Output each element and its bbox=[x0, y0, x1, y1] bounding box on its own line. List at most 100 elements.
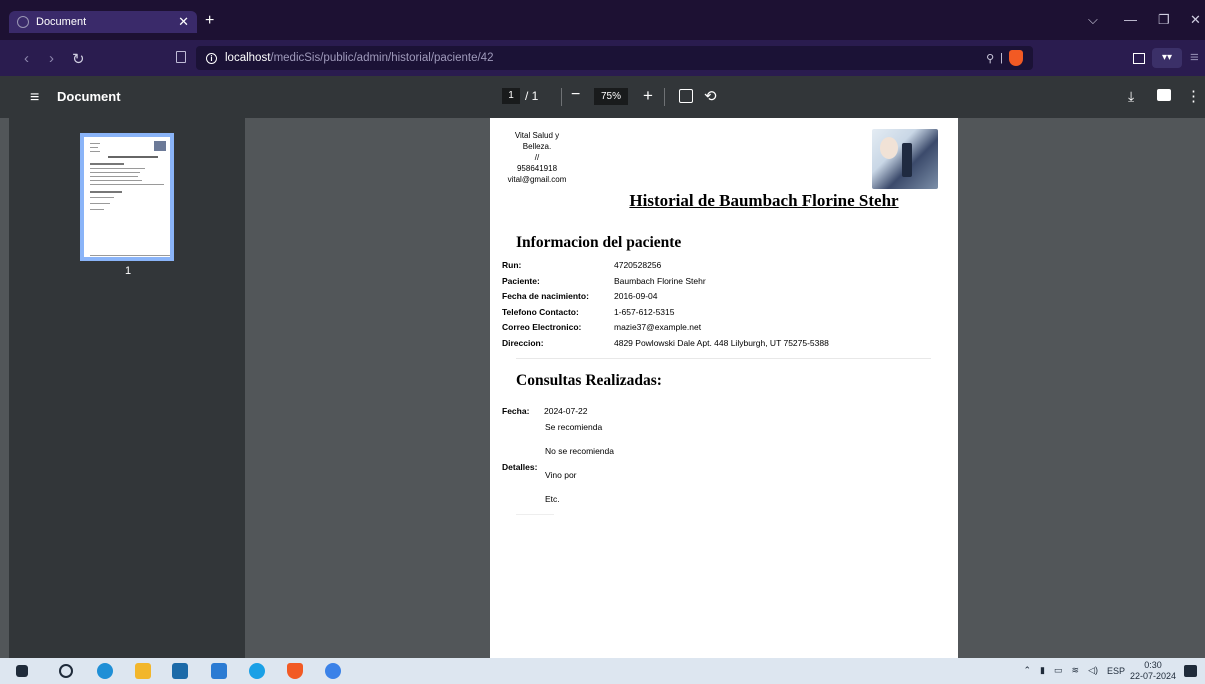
site-info-icon[interactable]: i bbox=[206, 52, 217, 64]
search-icon[interactable] bbox=[59, 664, 73, 678]
page-number-input[interactable]: 1 bbox=[502, 88, 520, 104]
page-thumbnail[interactable] bbox=[80, 133, 174, 261]
app-icon[interactable] bbox=[249, 663, 265, 679]
zoom-in-button[interactable]: + bbox=[643, 86, 653, 106]
divider bbox=[664, 88, 665, 106]
close-window-button[interactable]: ✕ bbox=[1190, 12, 1201, 28]
zoom-search-icon[interactable]: ⚲ bbox=[986, 52, 994, 65]
clinic-separator: // bbox=[534, 153, 540, 162]
thumbnail-panel: 1 bbox=[9, 118, 245, 658]
tab-search-icon[interactable]: ⌵ bbox=[1088, 12, 1098, 28]
field-label: Fecha de nacimiento: bbox=[502, 291, 589, 301]
vscode-icon[interactable] bbox=[211, 663, 227, 679]
windows-start-icon[interactable] bbox=[16, 665, 28, 677]
browser-tab[interactable]: Document ✕ bbox=[9, 11, 197, 33]
field-value: 4829 Powlowski Dale Apt. 448 Lilyburgh, … bbox=[614, 338, 829, 348]
pdf-toolbar: ≡ Document 1 / 1 − 75% + ⟲ ⤓ ⋮ bbox=[0, 76, 1205, 118]
pdf-title: Document bbox=[57, 89, 121, 104]
clock[interactable]: 0:30 22-07-2024 bbox=[1130, 660, 1176, 682]
system-tray: ⌃ ▮ ▭ ≋ ◁) ESP bbox=[1024, 665, 1126, 676]
document-title: Historial de Baumbach Florine Stehr bbox=[629, 191, 899, 210]
download-icon[interactable]: ⤓ bbox=[1128, 88, 1134, 105]
clinic-header: Vital Salud y Belleza. // 958641918 vita… bbox=[498, 130, 576, 185]
forward-button[interactable]: › bbox=[49, 50, 54, 67]
clock-date: 22-07-2024 bbox=[1130, 671, 1177, 681]
back-button[interactable]: ‹ bbox=[24, 50, 29, 67]
mail-icon[interactable] bbox=[172, 663, 188, 679]
page-total: / 1 bbox=[525, 89, 539, 103]
field-label: Correo Electronico: bbox=[502, 322, 582, 332]
url-field[interactable]: i localhost/medicSis/public/admin/histor… bbox=[196, 46, 1033, 70]
edge-icon[interactable] bbox=[97, 663, 113, 679]
wifi-icon[interactable]: ≋ bbox=[1072, 665, 1080, 676]
recommendation-line: Se recomienda bbox=[545, 422, 603, 432]
minimize-button[interactable]: — bbox=[1124, 12, 1137, 27]
field-value: mazie37@example.net bbox=[614, 322, 702, 332]
hamburger-menu-icon[interactable]: ≡ bbox=[30, 89, 39, 107]
field-paciente: Paciente: Baumbach Florine Stehr bbox=[502, 276, 942, 288]
brave-shield-icon[interactable] bbox=[1009, 50, 1023, 66]
rotate-icon[interactable]: ⟲ bbox=[704, 87, 717, 105]
taskbar: ⌃ ▮ ▭ ≋ ◁) ESP 0:30 22-07-2024 bbox=[0, 658, 1205, 684]
tab-title: Document bbox=[36, 16, 87, 28]
pdf-page: Vital Salud y Belleza. // 958641918 vita… bbox=[490, 118, 958, 658]
field-value: Baumbach Florine Stehr bbox=[614, 276, 706, 286]
file-explorer-icon[interactable] bbox=[135, 663, 151, 679]
battery-icon[interactable]: ▭ bbox=[1054, 665, 1063, 676]
divider bbox=[561, 88, 562, 106]
field-fecha-nacimiento: Fecha de nacimiento: 2016-09-04 bbox=[502, 291, 942, 303]
fit-page-icon[interactable] bbox=[679, 89, 693, 103]
microphone-icon[interactable]: ▮ bbox=[1040, 665, 1045, 676]
pdf-viewport[interactable]: 1 Vital Salud y Belleza. // 958641918 vi… bbox=[0, 118, 1205, 658]
consultas-section-heading: Consultas Realizadas: bbox=[516, 372, 662, 389]
sidebar-toggle-icon[interactable] bbox=[1133, 53, 1145, 64]
clinic-email: vital@gmail.com bbox=[507, 175, 567, 184]
language-indicator[interactable]: ESP bbox=[1107, 666, 1125, 676]
field-value: 1-657-612-5315 bbox=[614, 307, 675, 317]
close-tab-icon[interactable]: ✕ bbox=[178, 14, 189, 30]
new-tab-button[interactable]: + bbox=[205, 12, 214, 30]
field-label: Paciente: bbox=[502, 276, 540, 286]
recommendation-line: No se recomienda bbox=[545, 446, 614, 456]
maximize-button[interactable]: ❐ bbox=[1158, 12, 1170, 28]
field-value: 4720528256 bbox=[614, 260, 662, 270]
field-telefono: Telefono Contacto: 1-657-612-5315 bbox=[502, 307, 942, 319]
bookmark-icon[interactable] bbox=[176, 51, 186, 63]
detalles-label: Detalles: bbox=[502, 462, 538, 472]
clinic-phone: 958641918 bbox=[516, 164, 558, 173]
zoom-out-button[interactable]: − bbox=[571, 86, 580, 104]
show-hidden-icons[interactable]: ⌃ bbox=[1024, 665, 1032, 676]
fecha-value: 2024-07-22 bbox=[544, 406, 588, 416]
url-actions: ⚲ | bbox=[986, 50, 1023, 66]
url-path: /medicSis/public/admin/historial/pacient… bbox=[270, 52, 494, 64]
fecha-label: Fecha: bbox=[502, 406, 530, 416]
url-host: localhost bbox=[225, 52, 271, 64]
tab-bar: Document ✕ + ⌵ — ❐ ✕ bbox=[0, 0, 1205, 40]
notification-icon[interactable] bbox=[1184, 665, 1197, 677]
patient-section-heading: Informacion del paciente bbox=[516, 234, 682, 251]
divider: | bbox=[1000, 52, 1003, 64]
field-label: Telefono Contacto: bbox=[502, 307, 579, 317]
section-divider bbox=[516, 358, 931, 359]
clock-time: 0:30 bbox=[1144, 660, 1162, 670]
more-options-icon[interactable]: ⋮ bbox=[1186, 87, 1201, 105]
clinic-name-line-2: Belleza. bbox=[522, 142, 552, 151]
field-run: Run: 4720528256 bbox=[502, 260, 942, 272]
globe-icon bbox=[17, 16, 29, 28]
brave-icon[interactable] bbox=[287, 663, 303, 679]
thumbnail-page-number: 1 bbox=[125, 265, 132, 277]
detalles-line: Etc. bbox=[545, 494, 560, 504]
field-value: 2016-09-04 bbox=[614, 291, 658, 301]
address-bar-row: ‹ › ↻ i localhost/medicSis/public/admin/… bbox=[0, 40, 1205, 76]
clinic-photo bbox=[872, 129, 938, 189]
volume-icon[interactable]: ◁) bbox=[1088, 665, 1098, 676]
wallet-icon[interactable]: ▾▾ bbox=[1152, 48, 1182, 68]
print-icon[interactable] bbox=[1157, 89, 1171, 101]
field-direccion: Direccion: 4829 Powlowski Dale Apt. 448 … bbox=[502, 338, 942, 350]
field-label: Run: bbox=[502, 260, 522, 270]
reload-button[interactable]: ↻ bbox=[72, 50, 85, 68]
field-correo: Correo Electronico: mazie37@example.net bbox=[502, 322, 942, 334]
chrome-canary-icon[interactable] bbox=[325, 663, 341, 679]
zoom-level-input[interactable]: 75% bbox=[594, 88, 628, 105]
browser-menu-icon[interactable]: ≡ bbox=[1190, 49, 1199, 66]
